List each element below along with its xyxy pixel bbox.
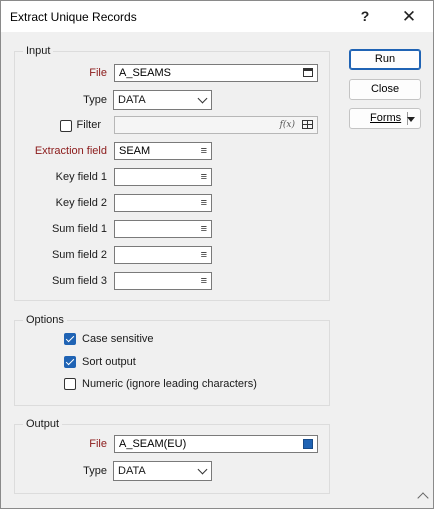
key-field-1-label: Key field 1: [55, 171, 107, 183]
list-icon[interactable]: ≡: [201, 143, 207, 159]
extraction-field-value: SEAM: [119, 145, 151, 157]
chevron-down-icon: [197, 464, 208, 475]
list-icon[interactable]: ≡: [201, 273, 207, 289]
input-file-value: A_SEAMS: [119, 67, 171, 79]
input-type-value: DATA: [118, 94, 146, 106]
color-swatch-icon[interactable]: [303, 439, 313, 449]
key-field-2-label: Key field 2: [55, 197, 107, 209]
case-sensitive-checkbox[interactable]: [64, 333, 76, 345]
input-file-field[interactable]: A_SEAMS: [114, 64, 318, 82]
output-type-label: Type: [83, 465, 107, 477]
list-icon[interactable]: ≡: [201, 221, 207, 237]
forms-button[interactable]: Forms: [349, 108, 421, 129]
sort-output-checkbox[interactable]: [64, 356, 76, 368]
extraction-field[interactable]: SEAM ≡: [114, 142, 212, 160]
chevron-down-icon: [197, 93, 208, 104]
sum-field-3-label: Sum field 3: [51, 275, 107, 287]
options-group: Options: [14, 314, 330, 406]
sort-output-label[interactable]: Sort output: [82, 356, 136, 368]
window-title: Extract Unique Records: [10, 10, 137, 24]
input-file-label: File: [89, 67, 107, 79]
input-type-label: Type: [83, 94, 107, 106]
output-group-label: Output: [23, 418, 63, 430]
numeric-checkbox[interactable]: [64, 378, 76, 390]
list-icon[interactable]: ≡: [201, 195, 207, 211]
run-button[interactable]: Run: [349, 49, 421, 70]
close-window-button[interactable]: ✕: [389, 1, 429, 32]
output-type-value: DATA: [118, 465, 146, 477]
sum-field-2-label: Sum field 2: [51, 249, 107, 261]
resize-grip-icon[interactable]: [417, 492, 429, 504]
sum-field-3[interactable]: ≡: [114, 272, 212, 290]
input-type-select[interactable]: DATA: [113, 90, 212, 110]
help-button[interactable]: ?: [345, 1, 385, 32]
dropdown-arrow-icon[interactable]: [407, 117, 415, 122]
case-sensitive-label[interactable]: Case sensitive: [82, 333, 154, 345]
key-field-2[interactable]: ≡: [114, 194, 212, 212]
file-browse-icon[interactable]: [303, 68, 313, 77]
output-type-select[interactable]: DATA: [113, 461, 212, 481]
output-file-label: File: [89, 438, 107, 450]
sum-field-1-label: Sum field 1: [51, 223, 107, 235]
sum-field-2[interactable]: ≡: [114, 246, 212, 264]
input-group-label: Input: [23, 45, 54, 57]
forms-label: Forms: [370, 112, 402, 124]
dialog-window: Extract Unique Records ? ✕ Input File A_…: [0, 0, 434, 509]
filter-field[interactable]: f(x): [114, 116, 318, 134]
output-file-value: A_SEAM(EU): [119, 438, 187, 450]
function-icon[interactable]: f(x): [280, 117, 295, 133]
output-file-field[interactable]: A_SEAM(EU): [114, 435, 318, 453]
list-icon[interactable]: ≡: [201, 247, 207, 263]
table-icon[interactable]: [302, 120, 313, 129]
key-field-1[interactable]: ≡: [114, 168, 212, 186]
list-icon[interactable]: ≡: [201, 169, 207, 185]
numeric-label[interactable]: Numeric (ignore leading characters): [82, 378, 257, 390]
sum-field-1[interactable]: ≡: [114, 220, 212, 238]
extraction-field-label: Extraction field: [34, 145, 107, 157]
options-group-label: Options: [23, 314, 67, 326]
filter-label: Filter: [76, 119, 101, 131]
title-bar: Extract Unique Records ? ✕: [1, 1, 433, 32]
close-button[interactable]: Close: [349, 79, 421, 100]
